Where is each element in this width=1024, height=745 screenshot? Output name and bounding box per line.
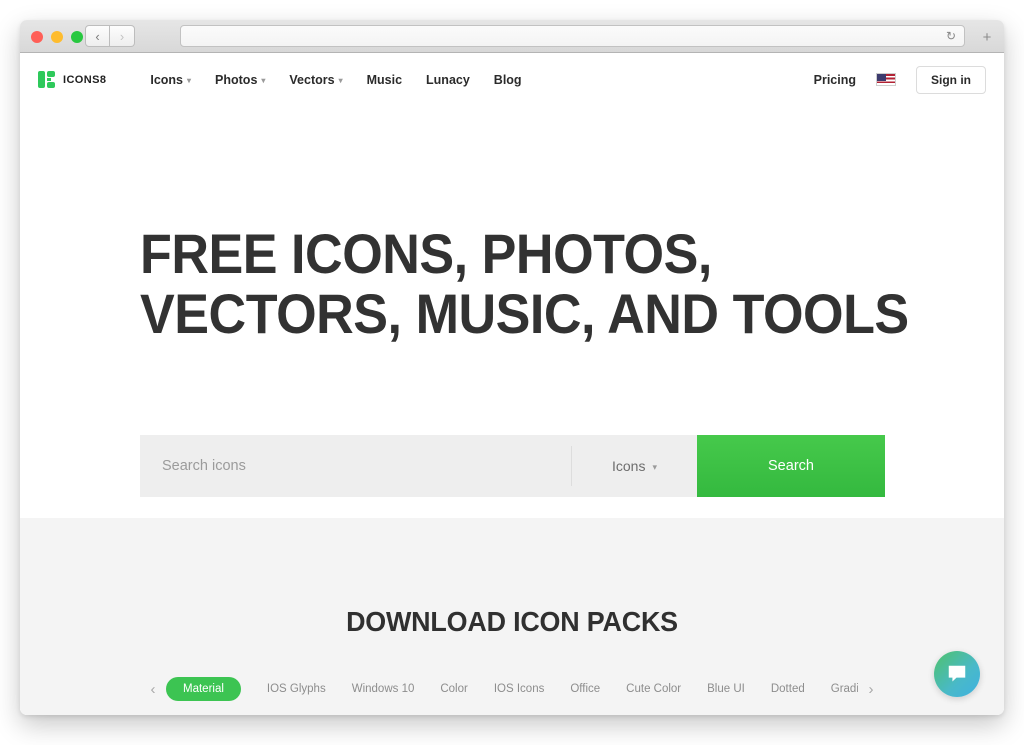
forward-button[interactable]: › <box>110 25 135 47</box>
site-header: ICONS8 Icons ▾ Photos ▾ Vectors ▾ Music <box>20 53 1004 106</box>
search-bar: Icons ▾ Search <box>140 435 885 497</box>
back-button[interactable]: ‹ <box>85 25 110 47</box>
nav-item-label: Lunacy <box>426 72 470 87</box>
pack-tab-ios-icons[interactable]: IOS Icons <box>494 683 545 695</box>
chevron-down-icon: ▾ <box>261 76 266 85</box>
minimize-window-button[interactable] <box>51 31 63 43</box>
search-type-select[interactable]: Icons ▾ <box>572 435 697 497</box>
chevron-down-icon: ▾ <box>338 76 343 85</box>
search-button[interactable]: Search <box>697 435 885 497</box>
main-nav: Icons ▾ Photos ▾ Vectors ▾ Music Lunacy <box>150 73 521 87</box>
pack-tab-gradient-line[interactable]: Gradient Line <box>831 683 858 695</box>
nav-item-label: Icons <box>150 72 184 87</box>
chat-bubble-icon <box>948 665 966 682</box>
tabs-track: Material IOS Glyphs Windows 10 Color IOS… <box>166 677 858 701</box>
chat-widget-button[interactable] <box>934 651 980 697</box>
pack-tab-windows-10[interactable]: Windows 10 <box>352 683 415 695</box>
plus-icon: + <box>982 28 992 46</box>
nav-item-label: Vectors <box>289 72 335 87</box>
close-window-button[interactable] <box>31 31 43 43</box>
hero-section: FREE ICONS, PHOTOS, VECTORS, MUSIC, AND … <box>20 106 1004 518</box>
new-tab-button[interactable]: + <box>976 26 998 48</box>
chevron-left-icon: ‹ <box>95 28 100 44</box>
pack-tab-cute-color[interactable]: Cute Color <box>626 683 681 695</box>
search-type-label: Icons <box>612 458 646 474</box>
reload-icon[interactable]: ↻ <box>946 30 956 42</box>
nav-item-lunacy[interactable]: Lunacy <box>426 73 470 87</box>
tabs-next-arrow-icon[interactable]: › <box>858 682 884 697</box>
maximize-window-button[interactable] <box>71 31 83 43</box>
page-title: FREE ICONS, PHOTOS, VECTORS, MUSIC, AND … <box>140 222 909 345</box>
nav-item-icons[interactable]: Icons ▾ <box>150 73 191 87</box>
chevron-right-icon: › <box>119 28 125 44</box>
icon-packs-tabs: ‹ Material IOS Glyphs Windows 10 Color I… <box>140 677 884 701</box>
tabs-prev-arrow-icon[interactable]: ‹ <box>140 682 166 697</box>
chevron-down-icon: ▾ <box>652 461 657 472</box>
search-input[interactable] <box>140 435 571 497</box>
brand-logo[interactable]: ICONS8 <box>38 71 106 88</box>
nav-item-label: Music <box>366 72 403 87</box>
pack-tab-color[interactable]: Color <box>440 683 467 695</box>
pricing-link[interactable]: Pricing <box>814 73 856 87</box>
pack-tab-blue-ui[interactable]: Blue UI <box>707 683 745 695</box>
page-viewport: ICONS8 Icons ▾ Photos ▾ Vectors ▾ Music <box>20 53 1004 715</box>
nav-item-music[interactable]: Music <box>367 73 402 87</box>
nav-item-photos[interactable]: Photos ▾ <box>215 73 265 87</box>
pack-tab-material[interactable]: Material <box>166 677 241 701</box>
nav-item-label: Blog <box>493 72 522 87</box>
us-flag-icon[interactable] <box>876 73 896 86</box>
brand-name: ICONS8 <box>63 73 107 86</box>
header-actions: Pricing Sign in <box>814 65 986 94</box>
icons8-logo-icon <box>38 71 55 88</box>
navigation-buttons: ‹ › <box>85 25 135 47</box>
browser-window: ‹ › ↻ + ICONS8 Icons ▾ Photos ▾ Vectors … <box>20 20 1004 715</box>
pack-tab-dotted[interactable]: Dotted <box>771 683 805 695</box>
sign-in-button[interactable]: Sign in <box>916 65 986 94</box>
nav-item-label: Photos <box>215 72 258 87</box>
url-bar[interactable]: ↻ <box>180 25 965 47</box>
chevron-down-icon: ▾ <box>187 76 192 85</box>
section-title: DOWNLOAD ICON PACKS <box>346 606 678 637</box>
nav-item-blog[interactable]: Blog <box>494 73 522 87</box>
icon-packs-section: DOWNLOAD ICON PACKS ‹ Material IOS Glyph… <box>20 518 1004 715</box>
pack-tab-office[interactable]: Office <box>570 683 600 695</box>
pack-tab-ios-glyphs[interactable]: IOS Glyphs <box>267 683 326 695</box>
window-controls <box>31 31 83 43</box>
nav-item-vectors[interactable]: Vectors ▾ <box>289 73 342 87</box>
browser-toolbar: ‹ › ↻ + <box>20 20 1004 53</box>
